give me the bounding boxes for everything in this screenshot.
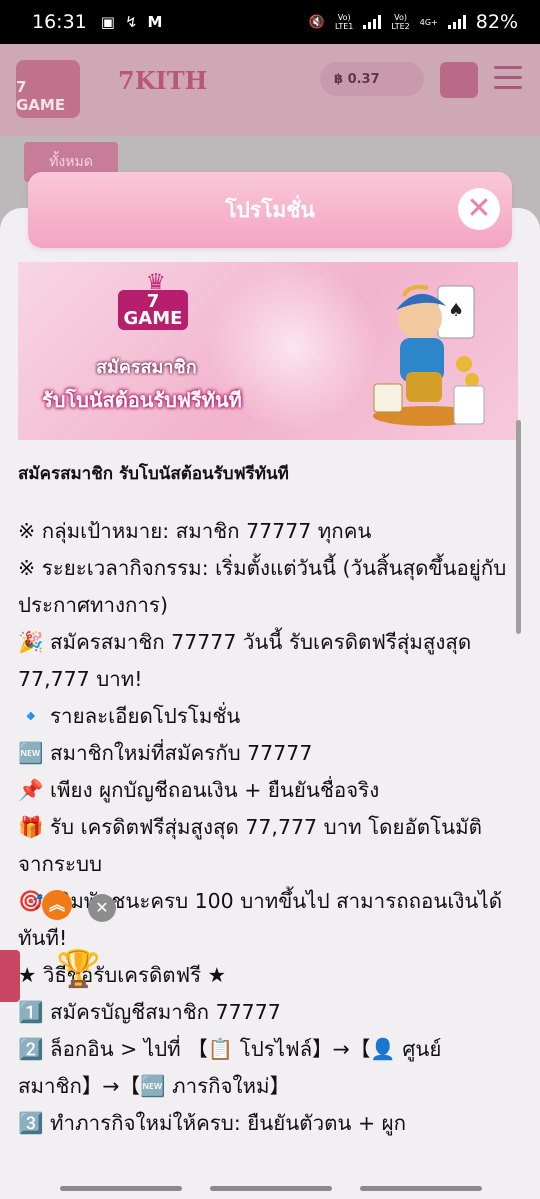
network-type: 4G+: [419, 17, 438, 27]
balance-pill[interactable]: ฿ 0.37: [320, 62, 424, 96]
gallery-icon: ▣: [100, 13, 115, 31]
site-brand: 7KITH: [118, 66, 208, 95]
signal-icon: [363, 15, 382, 29]
side-floating-tab[interactable]: [0, 950, 20, 1002]
close-float-icon[interactable]: ✕: [88, 894, 116, 922]
menu-icon[interactable]: [494, 66, 522, 96]
notification-icons: ▣ ↯ M: [101, 13, 163, 31]
site-logo[interactable]: 7 GAME: [16, 60, 80, 118]
promo-line: ※ กลุ่มเป้าหมาย: สมาชิก 77777 ทุกคน: [18, 519, 372, 543]
banner-line2: รับโบนัสต้อนรับฟรีทันที: [42, 388, 242, 412]
promo-line: 🔹 รายละเอียดโปรโมชั่น: [18, 704, 241, 728]
status-time: 16:31: [32, 11, 87, 33]
promo-line: 1️⃣ สมัครบัญชีสมาชิก 77777: [18, 1000, 281, 1024]
promo-line: 🎁 รับ เครดิตฟรีสุ่มสูงสุด 77,777 บาท โดย…: [18, 815, 482, 876]
promo-line: 🆕 สมาชิกใหม่ที่สมัครกับ 77777: [18, 741, 313, 765]
sim2-indicator: Vo) LTE2: [391, 13, 410, 31]
promo-line: 3️⃣ ทำภารกิจใหม่ให้ครบ: ยืนยันตัวตน + ผู…: [18, 1111, 407, 1135]
trophy-icon[interactable]: 🏆: [56, 948, 101, 990]
wallet-icon[interactable]: [440, 62, 478, 98]
promo-content: สมัครสมาชิก รับโบนัสต้อนรับฟรีทันที ※ กล…: [18, 460, 508, 1142]
promo-headline: สมัครสมาชิก รับโบนัสต้อนรับฟรีทันที: [18, 464, 289, 484]
mascot-image: ♠: [373, 285, 485, 426]
promo-line: 🎯 เติมพันชนะครบ 100 บาทขึ้นไป สามารถถอนเ…: [18, 889, 503, 950]
promo-line: 🎉 สมัครสมาชิก 77777 วันนี้ รับเครดิตฟรีส…: [18, 630, 472, 691]
svg-text:♠: ♠: [448, 300, 464, 321]
scroll-up-icon[interactable]: ︽: [42, 890, 72, 920]
battery-level: 82%: [475, 11, 518, 33]
nav-handle-right[interactable]: [360, 1186, 482, 1191]
close-icon[interactable]: ✕: [458, 188, 500, 230]
nav-handle-left[interactable]: [60, 1186, 182, 1191]
mute-icon: 🔇: [308, 14, 325, 30]
promo-line: 2️⃣ ล็อกอิน > ไปที่ 【📋 โปรไฟล์】→【👤 ศูนย์…: [18, 1037, 442, 1098]
banner-line1: สมัครสมาชิก: [96, 357, 197, 378]
status-right: 🔇 Vo) LTE1 Vo) LTE2 4G+ 82%: [309, 11, 518, 33]
modal-title: โปรโมชั่น: [28, 172, 512, 248]
nav-handle-center[interactable]: [210, 1186, 332, 1191]
sim1-indicator: Vo) LTE1: [334, 13, 354, 31]
missed-call-icon: ↯: [124, 13, 138, 31]
banner-logo: 7 GAME: [118, 290, 188, 330]
promo-line: 📌 เพียง ผูกบัญชีถอนเงิน + ยืนยันชื่อจริง: [18, 778, 380, 802]
gmail-icon: M: [147, 13, 163, 31]
promo-line: ※ ระยะเวลากิจกรรม: เริ่มตั้งแต่วันนี้ (ว…: [18, 556, 507, 617]
scrollbar[interactable]: [516, 420, 521, 634]
status-bar: 16:31 ▣ ↯ M 🔇 Vo) LTE1 Vo) LTE2 4G+ 82%: [0, 0, 540, 44]
signal-icon-2: [447, 15, 466, 29]
promo-banner: ♛ 7 GAME สมัครสมาชิก รับโบนัสต้อนรับฟรีท…: [18, 262, 518, 440]
